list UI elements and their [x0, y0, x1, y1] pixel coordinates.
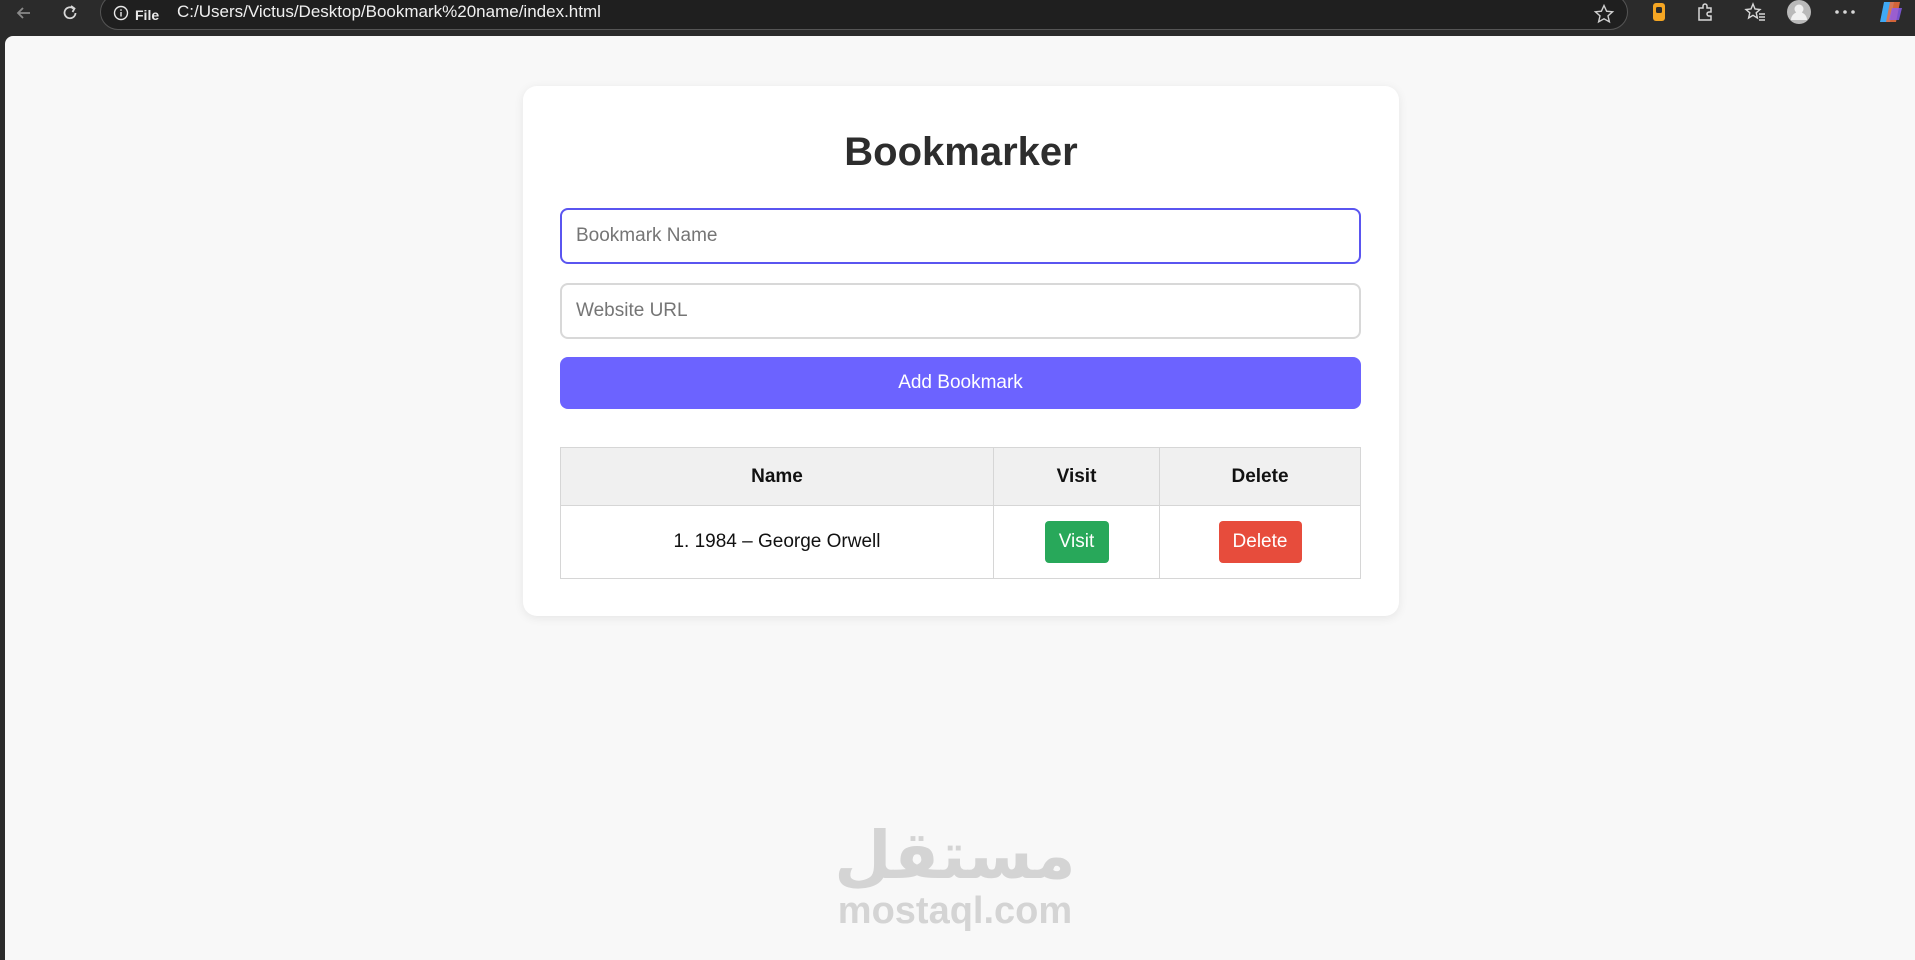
favorites-icon[interactable] — [1740, 0, 1770, 24]
table-header-row: Name Visit Delete — [560, 447, 1361, 506]
bookmarks-table: Name Visit Delete 1. 1984 – George Orwel… — [560, 447, 1361, 579]
watermark-latin: mostaql.com — [837, 890, 1073, 932]
visit-cell: Visit — [993, 505, 1160, 579]
profile-avatar-icon[interactable] — [1784, 0, 1814, 24]
address-bar[interactable]: File C:/Users/Victus/Desktop/Bookmark%20… — [100, 0, 1628, 30]
extension-yellow-icon[interactable] — [1644, 0, 1674, 24]
address-url[interactable]: C:/Users/Victus/Desktop/Bookmark%20name/… — [177, 2, 601, 22]
table-row: 1. 1984 – George Orwell Visit Delete — [560, 505, 1361, 579]
reload-icon[interactable] — [54, 0, 86, 26]
more-options-icon[interactable] — [1830, 0, 1860, 24]
bookmarker-card: Bookmarker Add Bookmark Name Visit Delet… — [523, 86, 1399, 616]
site-info[interactable]: File — [113, 5, 159, 24]
delete-cell: Delete — [1159, 505, 1361, 579]
header-name: Name — [560, 447, 994, 506]
info-icon — [113, 5, 129, 24]
watermark-arabic: مستقل — [834, 817, 1076, 894]
copilot-icon[interactable] — [1876, 0, 1906, 24]
header-visit: Visit — [993, 447, 1160, 506]
address-scheme-label: File — [135, 6, 160, 23]
page-viewport: Bookmarker Add Bookmark Name Visit Delet… — [5, 36, 1915, 960]
extensions-puzzle-icon[interactable] — [1690, 0, 1720, 24]
watermark: مستقل mostaql.com — [825, 817, 1085, 932]
bookmark-name-cell: 1. 1984 – George Orwell — [560, 505, 994, 579]
back-icon[interactable] — [8, 0, 40, 26]
bookmark-name-input[interactable] — [560, 208, 1361, 264]
delete-button[interactable]: Delete — [1218, 521, 1302, 563]
add-bookmark-button[interactable]: Add Bookmark — [560, 357, 1361, 409]
favorite-star-icon[interactable] — [1593, 3, 1615, 25]
header-delete: Delete — [1159, 447, 1361, 506]
page-title: Bookmarker — [844, 130, 1078, 174]
website-url-input[interactable] — [560, 283, 1361, 339]
visit-button[interactable]: Visit — [1044, 521, 1109, 563]
browser-toolbar: File C:/Users/Victus/Desktop/Bookmark%20… — [0, 0, 1915, 36]
